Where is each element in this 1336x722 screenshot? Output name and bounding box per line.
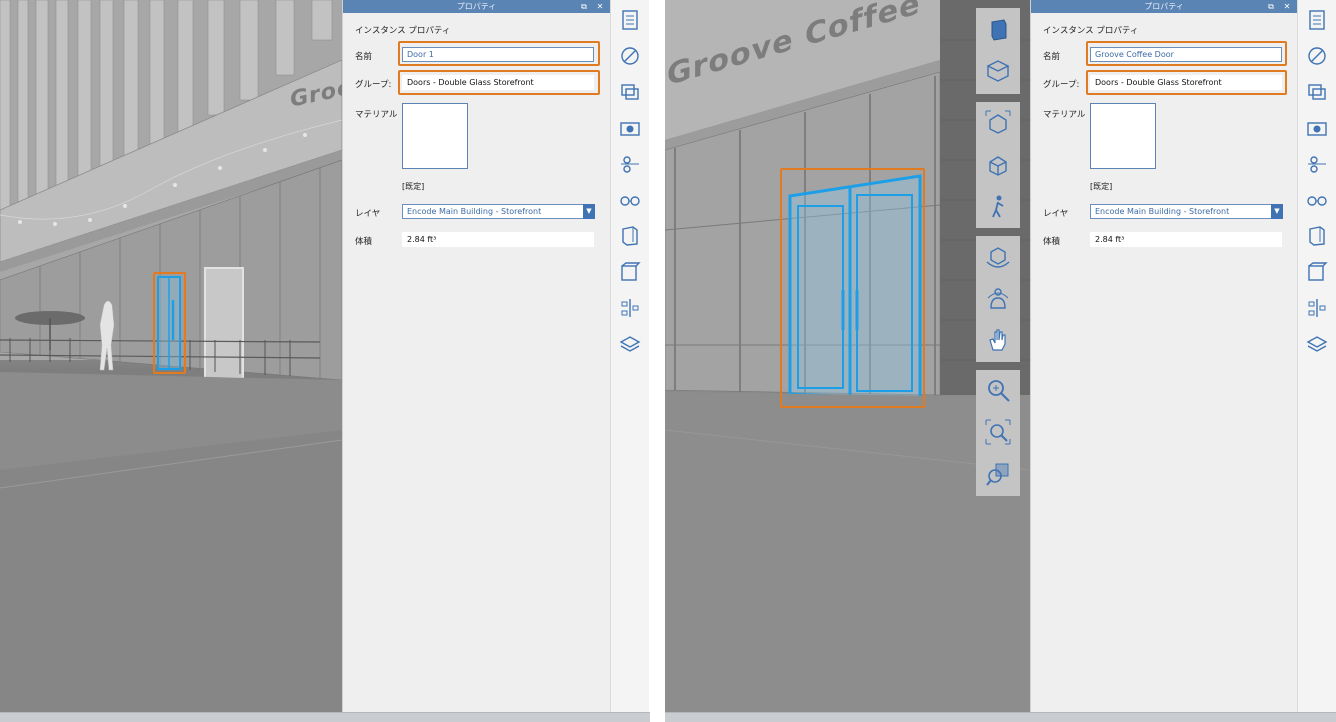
navigation-toolbar-top — [976, 8, 1020, 94]
zoom-window-icon[interactable] — [984, 418, 1012, 446]
properties-panel: プロパティ ⧉ ✕ インスタンス プロパティ 名前 Door 1 グループ: D… — [342, 0, 610, 712]
materials-icon[interactable] — [618, 44, 642, 68]
walk-icon[interactable] — [984, 192, 1012, 220]
status-bar — [665, 712, 1336, 722]
sketch-icon[interactable] — [1305, 260, 1329, 284]
panel-heading: インスタンス プロパティ — [1043, 26, 1139, 36]
pan-icon[interactable] — [984, 326, 1012, 354]
section-box-icon[interactable] — [618, 224, 642, 248]
panel-title: プロパティ — [1144, 2, 1184, 11]
volume-value: 2.84 ft³ — [1090, 232, 1282, 247]
left-screenshot: Groove プロパティ ⧉ ✕ インスタンス プロパティ 名前 Door 1 … — [0, 0, 650, 722]
chevron-down-icon[interactable]: ▼ — [583, 204, 595, 219]
view-cube-top-icon[interactable] — [984, 56, 1012, 84]
properties-icon[interactable] — [618, 8, 642, 32]
group-label: グループ: — [1043, 80, 1080, 90]
layer-value: Encode Main Building - Storefront — [407, 207, 542, 216]
name-field[interactable]: Groove Coffee Door — [1090, 47, 1282, 62]
layers-icon[interactable] — [1305, 80, 1329, 104]
zoom-fit-icon[interactable] — [984, 460, 1012, 488]
rotate-icon[interactable] — [984, 242, 1012, 270]
layers-icon[interactable] — [618, 80, 642, 104]
material-default: [既定] — [1090, 182, 1113, 191]
sun-position-icon[interactable] — [1305, 152, 1329, 176]
pin-icon[interactable]: ⧉ — [578, 0, 590, 13]
status-bar — [0, 712, 650, 722]
pin-icon[interactable]: ⧉ — [1265, 0, 1277, 13]
material-swatch[interactable] — [402, 103, 468, 169]
properties-panel: プロパティ ⧉ ✕ インスタンス プロパティ 名前 Groove Coffee … — [1030, 0, 1297, 712]
name-label: 名前 — [1043, 52, 1061, 62]
navigation-toolbar-zoom — [976, 370, 1020, 496]
layer-label: レイヤ — [1043, 209, 1069, 219]
volume-label: 体積 — [355, 237, 373, 247]
layer-label: レイヤ — [355, 209, 381, 219]
name-label: 名前 — [355, 52, 373, 62]
volume-value: 2.84 ft³ — [402, 232, 594, 247]
orbit-icon[interactable] — [984, 108, 1012, 136]
sketch-icon[interactable] — [618, 260, 642, 284]
perspective-icon[interactable] — [984, 150, 1012, 178]
group-label: グループ: — [355, 80, 392, 90]
materials-icon[interactable] — [1305, 44, 1329, 68]
properties-icon[interactable] — [1305, 8, 1329, 32]
layer-dropdown[interactable]: Encode Main Building - Storefront ▼ — [1090, 204, 1283, 219]
stack-icon[interactable] — [1305, 332, 1329, 356]
camera-icon[interactable] — [1305, 116, 1329, 140]
chevron-down-icon[interactable]: ▼ — [1271, 204, 1283, 219]
model-tree-icon[interactable] — [618, 296, 642, 320]
sun-position-icon[interactable] — [618, 152, 642, 176]
navigation-toolbar-camera — [976, 236, 1020, 362]
material-label: マテリアル — [1043, 110, 1086, 120]
right-iconbar — [1297, 0, 1336, 712]
panel-title: プロパティ — [456, 2, 497, 11]
stack-icon[interactable] — [618, 332, 642, 356]
view-settings-icon[interactable] — [618, 188, 642, 212]
zoom-icon[interactable] — [984, 376, 1012, 404]
model-tree-icon[interactable] — [1305, 296, 1329, 320]
section-box-icon[interactable] — [1305, 224, 1329, 248]
panel-heading: インスタンス プロパティ — [355, 26, 451, 36]
group-field: Doors - Double Glass Storefront — [1090, 75, 1282, 90]
layer-dropdown[interactable]: Encode Main Building - Storefront ▼ — [402, 204, 595, 219]
close-icon[interactable]: ✕ — [1281, 0, 1293, 13]
view-cube-front-icon[interactable] — [984, 16, 1012, 44]
navigation-toolbar-view — [976, 102, 1020, 228]
panel-titlebar: プロパティ ⧉ ✕ — [1031, 0, 1297, 13]
right-iconbar — [610, 0, 649, 712]
name-field[interactable]: Door 1 — [402, 47, 594, 62]
right-screenshot: Groove Coffee プロパティ ⧉ ✕ インスタンス プロパティ 名前 … — [665, 0, 1336, 722]
close-icon[interactable]: ✕ — [594, 0, 606, 13]
view-settings-icon[interactable] — [1305, 188, 1329, 212]
camera-icon[interactable] — [618, 116, 642, 140]
material-label: マテリアル — [355, 110, 398, 120]
3d-viewport[interactable]: Groove Coffee — [665, 0, 1030, 712]
3d-viewport[interactable]: Groove — [0, 0, 342, 712]
material-swatch[interactable] — [1090, 103, 1156, 169]
layer-value: Encode Main Building - Storefront — [1095, 207, 1230, 216]
volume-label: 体積 — [1043, 237, 1061, 247]
group-field: Doors - Double Glass Storefront — [402, 75, 594, 90]
panel-titlebar: プロパティ ⧉ ✕ — [343, 0, 610, 13]
material-default: [既定] — [402, 182, 425, 191]
look-icon[interactable] — [984, 284, 1012, 312]
